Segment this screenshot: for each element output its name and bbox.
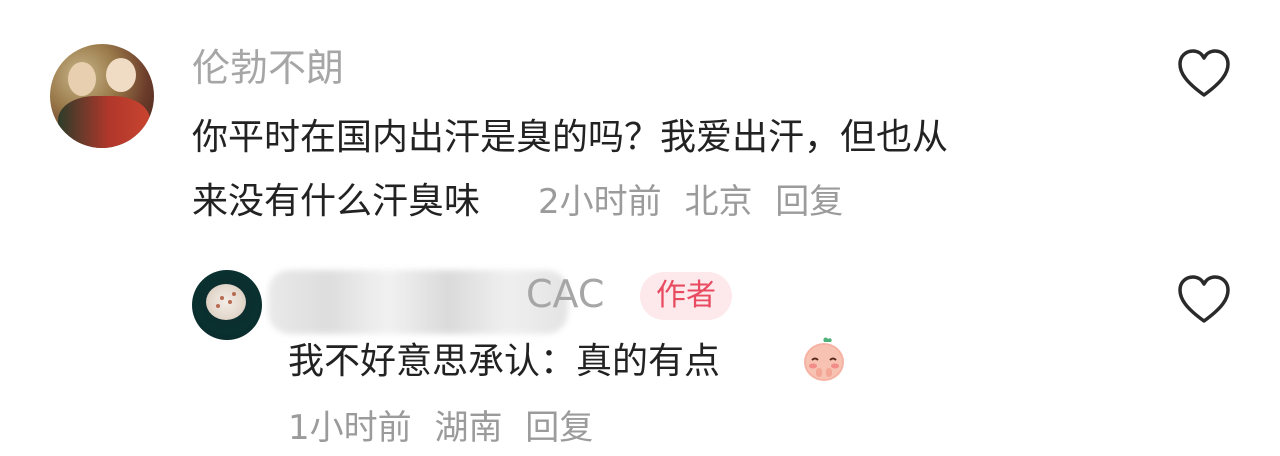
heart-outline-icon[interactable]: [1176, 274, 1232, 326]
coffee-sprinkle: [228, 300, 232, 304]
heart-outline-icon[interactable]: [1176, 48, 1232, 100]
portrait-face-left: [68, 62, 96, 96]
comment-meta: 2小时前 北京 回复: [538, 174, 855, 230]
portrait-clothing: [58, 96, 150, 148]
comment-location: 北京: [684, 182, 753, 222]
comment-time: 2小时前: [538, 182, 662, 222]
blurred-username: [268, 270, 568, 334]
user-avatar[interactable]: [50, 44, 154, 148]
reply-button[interactable]: 回复: [775, 182, 843, 222]
reply-button[interactable]: 回复: [525, 408, 593, 448]
reply-meta: 1小时前 湖南 回复: [288, 400, 605, 456]
portrait-face-right: [106, 58, 136, 92]
comment-text-line-1: 你平时在国内出汗是臭的吗？我爱出汗，但也从: [192, 117, 949, 158]
reply-username[interactable]: CAC: [526, 272, 604, 316]
coffee-cup-image: [206, 284, 246, 320]
reply-location: 湖南: [434, 408, 503, 448]
reply-text: 我不好意思承认：真的有点: [288, 341, 721, 382]
coffee-sprinkle: [220, 296, 224, 300]
author-badge: 作者: [640, 272, 732, 320]
reply-time: 1小时前: [288, 408, 412, 448]
shy-face-emoji-icon: [804, 337, 844, 381]
coffee-sprinkle: [216, 304, 220, 308]
comment-username[interactable]: 伦勃不朗: [192, 46, 344, 90]
coffee-sprinkle: [232, 292, 236, 296]
comment-text-line-2: 来没有什么汗臭味: [192, 181, 481, 222]
author-avatar[interactable]: [192, 270, 262, 340]
